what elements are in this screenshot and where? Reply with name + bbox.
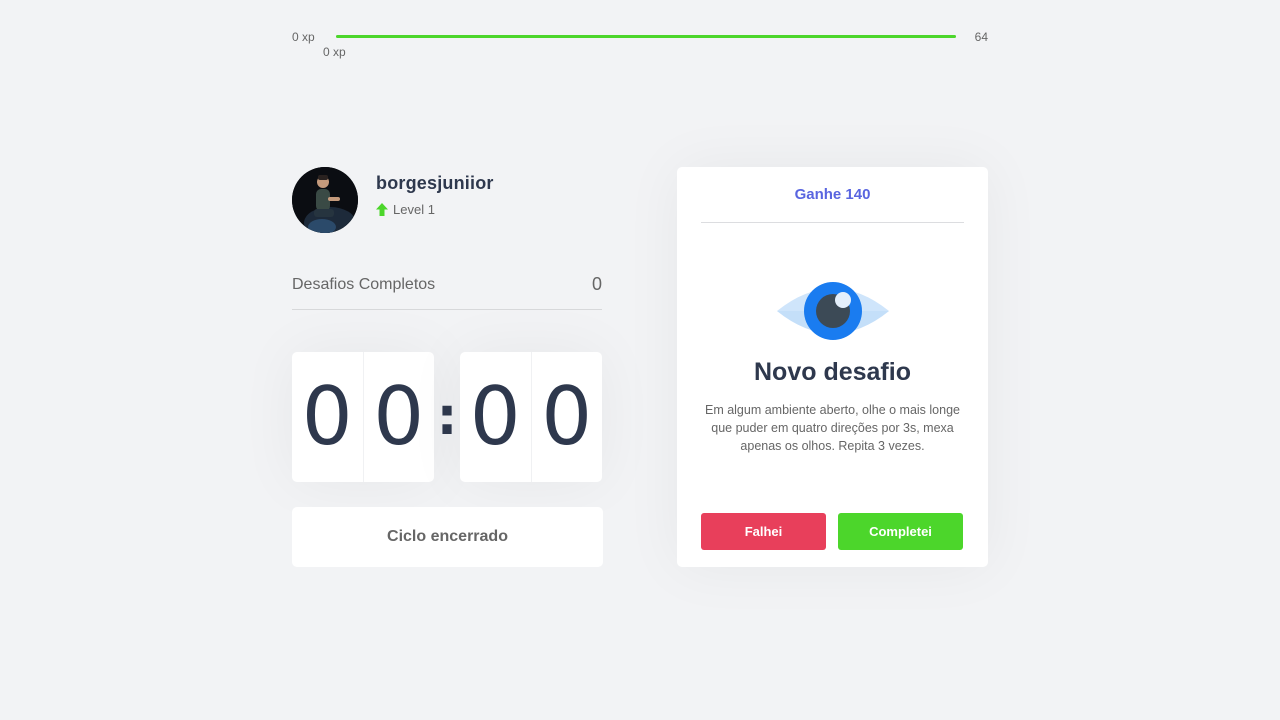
countdown-minutes: 0 0 [292,352,434,482]
eye-icon [777,282,889,340]
profile-info: borgesjuniior Level 1 [376,173,494,217]
minute-digit-right: 0 [362,352,435,482]
profile: borgesjuniior Level 1 [292,167,494,233]
challenge-card: Ganhe 140 Novo desafio Em algum ambiente… [677,167,988,567]
avatar [292,167,358,233]
second-digit-right: 0 [530,352,603,482]
xp-current-label: 0 xp [323,45,346,59]
challenge-actions: Falhei Completei [701,513,963,550]
experience-bar: 0 xp 0 xp 64 [292,28,988,64]
level-up-arrow-icon [376,203,388,216]
completed-challenges-label: Desafios Completos [292,276,436,293]
cycle-ended-button[interactable]: Ciclo encerrado [292,507,603,567]
challenge-reward: Ganhe 140 [701,167,964,223]
xp-min-label: 0 xp [292,30,315,44]
minute-digit-left: 0 [301,370,353,463]
xp-progress-track [336,35,956,38]
level-indicator: Level 1 [376,202,494,217]
challenge-description: Em algum ambiente aberto, olhe o mais lo… [704,403,960,453]
completed-button[interactable]: Completei [838,513,963,550]
second-digit-left: 0 [469,370,521,463]
xp-max-label: 64 [974,30,988,44]
countdown-seconds: 0 0 [460,352,602,482]
completed-challenges: Desafios Completos 0 [292,274,602,310]
challenge-title: Novo desafio [754,358,911,386]
level-label: Level 1 [393,202,435,217]
xp-progress-fill [336,35,956,38]
countdown: 0 0 : 0 0 [292,352,602,482]
username: borgesjuniior [376,173,494,193]
countdown-separator: : [436,387,458,447]
completed-challenges-count: 0 [591,274,602,294]
failed-button[interactable]: Falhei [701,513,826,550]
